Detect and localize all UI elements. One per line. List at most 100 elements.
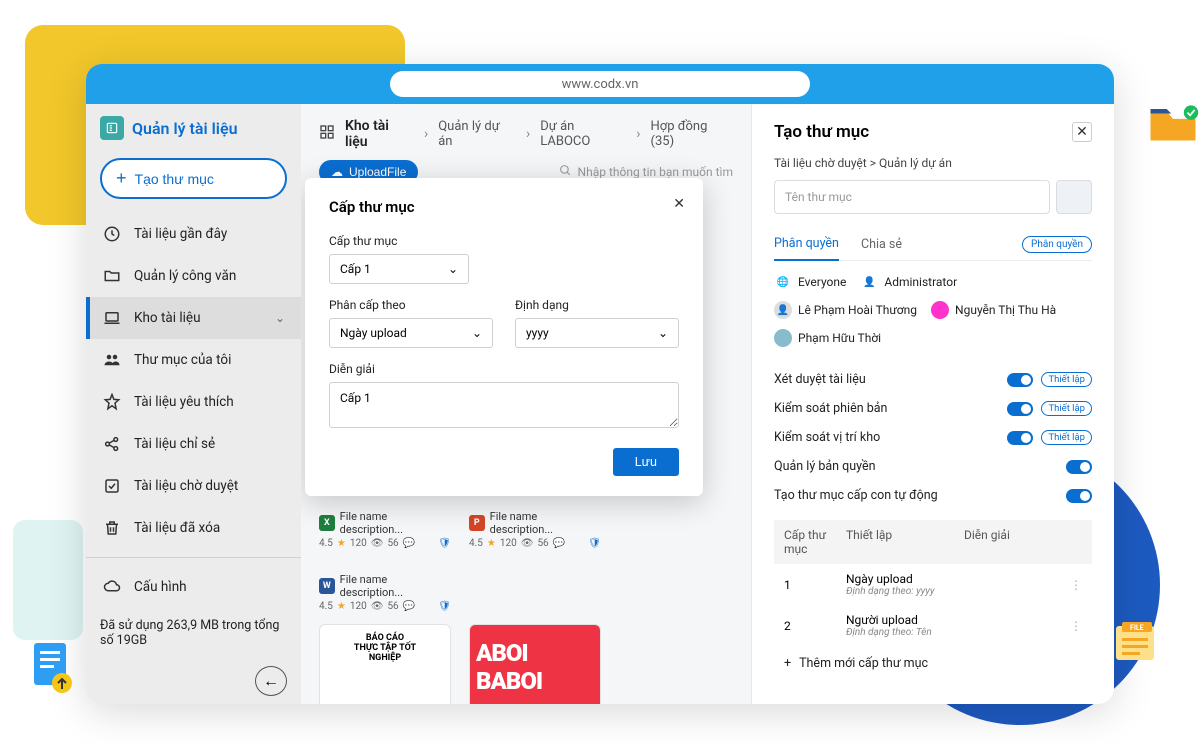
switch-row: Xét duyệt tài liệuThiết lập: [774, 365, 1092, 394]
right-panel: Tạo thư mục ✕ Tài liệu chờ duyệt > Quản …: [751, 104, 1114, 704]
toggle[interactable]: [1066, 460, 1092, 474]
table-row[interactable]: 1 Ngày uploadĐịnh dạng theo: yyyy ⋮: [774, 564, 1092, 605]
nav-docs[interactable]: Quản lý công văn: [86, 255, 301, 297]
toggle[interactable]: [1007, 402, 1033, 416]
admin-icon: 👤: [860, 273, 878, 291]
star-icon: [102, 392, 122, 412]
groupby-select[interactable]: Ngày upload⌄: [329, 318, 493, 348]
toggle[interactable]: [1007, 431, 1033, 445]
chevron-down-icon: ⌄: [448, 262, 458, 276]
people-icon: [102, 350, 122, 370]
nav-trash[interactable]: Tài liệu đã xóa: [86, 507, 301, 549]
th: Thiết lập: [846, 528, 964, 556]
folder-icon: [102, 266, 122, 286]
nav-pending[interactable]: Tài liệu chờ duyệt: [86, 465, 301, 507]
file-name: File name description...: [340, 510, 451, 536]
chevron-down-icon: ⌄: [658, 326, 668, 340]
nav-item-label: Tài liệu đã xóa: [134, 520, 220, 536]
app-title: Quản lý tài liệu: [132, 119, 238, 138]
new-folder-button[interactable]: + Tạo thư mục: [100, 158, 287, 199]
switch-row: Kiểm soát phiên bảnThiết lập: [774, 394, 1092, 423]
back-button[interactable]: ←: [255, 666, 287, 696]
shield-icon: 🛡: [438, 601, 451, 612]
setup-pill[interactable]: Thiết lập: [1041, 372, 1092, 387]
chevron-down-icon: ⌄: [275, 311, 285, 325]
avatar: [931, 301, 949, 319]
save-button[interactable]: Lưu: [613, 448, 679, 476]
th: Cấp thư mục: [784, 528, 846, 556]
upload-label: UploadFile: [349, 165, 406, 179]
chevron-down-icon: ⌄: [472, 326, 482, 340]
file-name: File name description...: [490, 510, 601, 536]
plus-icon: +: [784, 656, 791, 671]
file-card[interactable]: XFile name description... 4.5★120👁56💬🛡: [319, 504, 451, 549]
breadcrumb-item[interactable]: Quản lý dự án: [438, 119, 516, 149]
user-chip[interactable]: Nguyễn Thị Thu Hà: [931, 301, 1056, 319]
user-chips: 🌐Everyone 👤Administrator 👤Lê Phạm Hoài T…: [774, 261, 1092, 355]
file-name: File name description...: [340, 573, 451, 599]
nav-myfolder[interactable]: Thư mục của tôi: [86, 339, 301, 381]
desc-textarea[interactable]: [329, 382, 679, 428]
toggle[interactable]: [1066, 489, 1092, 503]
nav-repo[interactable]: Kho tài liệu ⌄: [86, 297, 301, 339]
nav-share[interactable]: Tài liệu chỉ sẻ: [86, 423, 301, 465]
search-placeholder: Nhập thông tin bạn muốn tìm: [578, 165, 733, 179]
more-icon[interactable]: ⋮: [1070, 619, 1082, 633]
breadcrumb-root[interactable]: Kho tài liệu: [345, 118, 414, 150]
level-select[interactable]: Cấp 1⌄: [329, 254, 469, 284]
breadcrumb-item[interactable]: Hợp đồng (35): [651, 119, 733, 149]
app-window: www.codx.vn Quản lý tài liệu + Tạo thư m…: [86, 64, 1114, 704]
folder-level-modal: Cấp thư mục ✕ Cấp thư mục Cấp 1⌄ Phân cấ…: [305, 178, 703, 496]
shield-icon: 🛡: [588, 538, 601, 549]
decorative-folder-icon: [1146, 100, 1200, 144]
file-card[interactable]: WFile name description... 4.5★120👁56💬🛡: [319, 567, 451, 612]
file-card[interactable]: BÁO CÁOTHỰC TẬP TỐTNGHIỆP PFile name des…: [319, 624, 451, 704]
nav-recent[interactable]: Tài liệu gần đây: [86, 213, 301, 255]
setup-pill[interactable]: Thiết lập: [1041, 401, 1092, 416]
nav-config[interactable]: Cấu hình: [86, 566, 301, 608]
nav-favorite[interactable]: Tài liệu yêu thích: [86, 381, 301, 423]
tab-permission[interactable]: Phân quyền: [774, 228, 839, 261]
storage-info: Đã sử dụng 263,9 MB trong tổng số 19GB: [86, 608, 301, 658]
nav-item-label: Tài liệu gần đây: [134, 226, 227, 242]
globe-icon: 🌐: [774, 273, 792, 291]
modal-title: Cấp thư mục: [329, 198, 679, 216]
close-icon[interactable]: ✕: [1072, 122, 1092, 142]
nav-item-label: Tài liệu chờ duyệt: [134, 478, 238, 494]
nav-item-label: Cấu hình: [134, 579, 187, 595]
more-icon[interactable]: ⋮: [1070, 578, 1082, 592]
avatar: 👤: [774, 301, 792, 319]
folder-name-input[interactable]: Tên thư mục: [774, 180, 1050, 214]
toggle[interactable]: [1007, 373, 1033, 387]
url-box[interactable]: www.codx.vn: [390, 71, 810, 97]
close-icon[interactable]: ✕: [673, 196, 685, 212]
user-chip[interactable]: 👤Lê Phạm Hoài Thương: [774, 301, 917, 319]
breadcrumb: Kho tài liệu › Quản lý dự án › Dự án LAB…: [319, 118, 733, 150]
word-icon: W: [319, 578, 335, 594]
field-label: Diễn giải: [329, 362, 679, 376]
grid-icon: [319, 124, 335, 144]
table-row[interactable]: 2 Người uploadĐịnh dạng theo: Tên ⋮: [774, 605, 1092, 646]
browser-bar: www.codx.vn: [86, 64, 1114, 104]
permission-pill[interactable]: Phân quyền: [1022, 236, 1092, 253]
user-chip[interactable]: 👤Administrator: [860, 273, 957, 291]
cloud-icon: [102, 577, 122, 597]
sidebar: Quản lý tài liệu + Tạo thư mục Tài liệu …: [86, 104, 301, 704]
format-select[interactable]: yyyy⌄: [515, 318, 679, 348]
nav-item-label: Quản lý công văn: [134, 268, 236, 284]
sidebar-header: Quản lý tài liệu: [86, 104, 301, 152]
breadcrumb-item[interactable]: Dự án LABOCO: [540, 119, 626, 149]
trash-icon: [102, 518, 122, 538]
file-card[interactable]: ABOIBABOI ▲File name description...: [469, 624, 601, 704]
avatar: [774, 329, 792, 347]
setup-pill[interactable]: Thiết lập: [1041, 430, 1092, 445]
level-table: Cấp thư mục Thiết lập Diễn giải 1 Ngày u…: [774, 520, 1092, 681]
cloud-up-icon: ☁: [331, 165, 343, 179]
share-icon: [102, 434, 122, 454]
color-picker[interactable]: [1056, 180, 1092, 214]
tab-share[interactable]: Chia sẻ: [861, 229, 902, 260]
user-chip[interactable]: Phạm Hữu Thời: [774, 329, 881, 347]
file-card[interactable]: PFile name description... 4.5★120👁56💬🛡: [469, 504, 601, 549]
add-level-button[interactable]: + Thêm mới cấp thư mục: [774, 646, 1092, 681]
user-chip[interactable]: 🌐Everyone: [774, 273, 846, 291]
